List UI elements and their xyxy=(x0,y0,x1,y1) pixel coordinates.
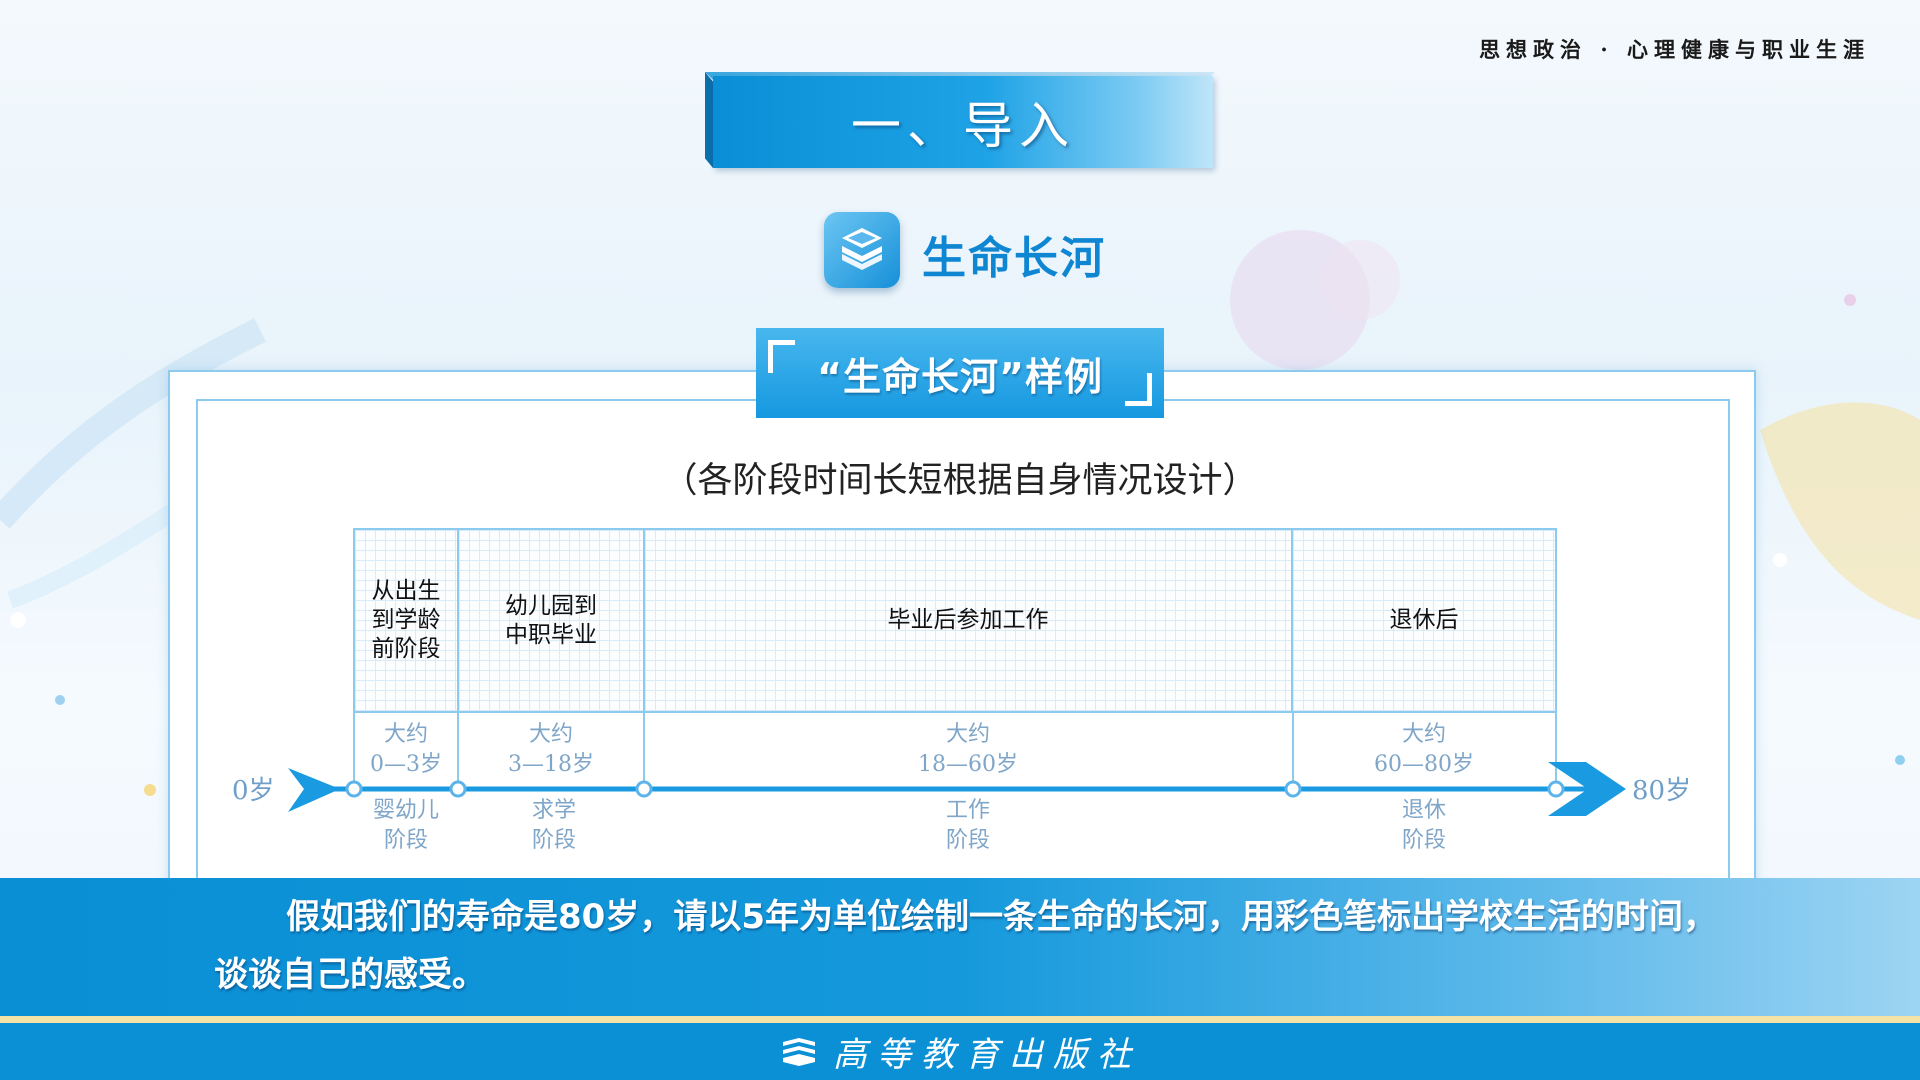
axis-start-label: 0岁 xyxy=(232,776,275,806)
footer: 高等教育出版社 xyxy=(0,1023,1920,1080)
stage-box-infant: 从出生 到学龄 前阶段 xyxy=(353,528,459,713)
sample-tag-label: “生命长河”样例 xyxy=(817,354,1103,399)
phase-label: 求学 阶段 xyxy=(531,798,576,853)
accent-divider xyxy=(0,1016,1920,1023)
task-text: 假如我们的寿命是80岁，请以5年为单位绘制一条生命的长河，用彩色笔标出学校生活的… xyxy=(214,897,1717,995)
age-range-label: 大约 18—60岁 xyxy=(918,722,1018,777)
stage-box-work: 毕业后参加工作 xyxy=(643,528,1293,713)
stage-description: 从出生 到学龄 前阶段 xyxy=(371,578,441,662)
bracket-right xyxy=(1125,373,1152,406)
book-stack-icon xyxy=(824,212,900,288)
series-title: 思想政治 · 心理健康与职业生涯 xyxy=(1479,37,1870,62)
stage-box-retire: 退休后 xyxy=(1291,528,1557,713)
banner-side xyxy=(705,72,713,168)
publisher-name: 高等教育出版社 xyxy=(833,1035,1141,1075)
age-range-label: 大约 0—3岁 xyxy=(370,722,442,777)
panel-subtitle: （各阶段时间长短根据自身情况设计） xyxy=(662,461,1258,501)
main-title: 一、导入 xyxy=(851,97,1075,155)
main-title-box: 一、导入 xyxy=(713,76,1213,168)
stage-description: 幼儿园到 中职毕业 xyxy=(505,592,597,648)
axis-end-label: 80岁 xyxy=(1632,776,1692,806)
stage-description: 退休后 xyxy=(1389,607,1459,633)
phase-label: 婴幼儿 阶段 xyxy=(372,798,439,853)
sample-tag: “生命长河”样例 xyxy=(756,328,1164,418)
divider-line xyxy=(1555,712,1557,788)
publisher-logo-icon xyxy=(783,1037,815,1066)
main-title-banner: 一、导入 xyxy=(705,72,1215,168)
stage-box-school: 幼儿园到 中职毕业 xyxy=(457,528,645,713)
age-range-label: 大约 60—80岁 xyxy=(1374,722,1474,777)
stage-description: 毕业后参加工作 xyxy=(887,607,1049,633)
phase-label: 退休 阶段 xyxy=(1401,798,1446,853)
age-range-label: 大约 3—18岁 xyxy=(508,722,594,777)
phase-label: 工作 阶段 xyxy=(945,798,990,853)
bracket-left xyxy=(768,340,795,373)
section-title: 生命长河 xyxy=(922,233,1106,284)
